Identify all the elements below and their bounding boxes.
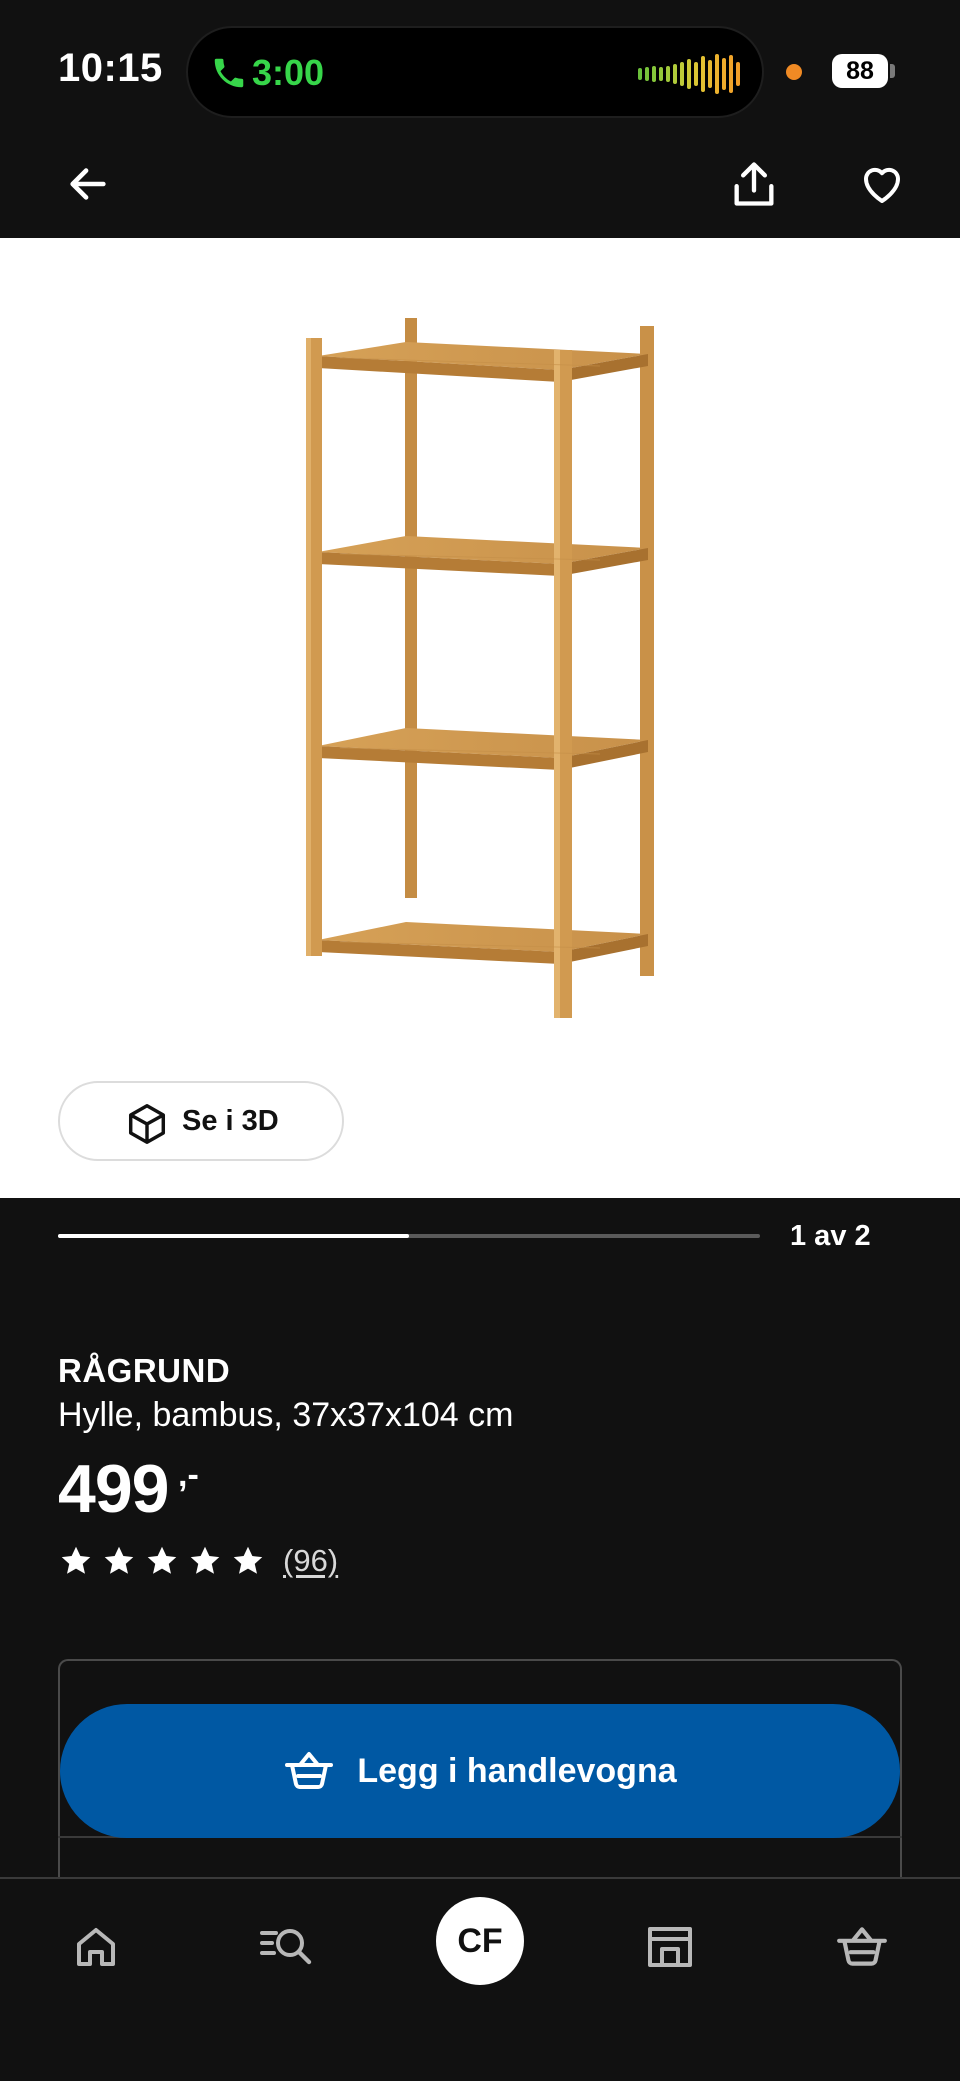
star-icon bbox=[104, 1546, 134, 1574]
home-icon bbox=[77, 1928, 115, 1966]
favourite-button[interactable] bbox=[852, 154, 912, 214]
top-nav bbox=[0, 140, 960, 238]
call-duration: 3:00 bbox=[252, 52, 325, 93]
search-icon bbox=[260, 1929, 312, 1965]
recording-indicator bbox=[786, 64, 802, 80]
star-icon bbox=[190, 1546, 220, 1574]
heart-icon bbox=[863, 167, 901, 203]
price-suffix: ,- bbox=[178, 1456, 199, 1494]
tab-search[interactable] bbox=[254, 1915, 318, 1979]
add-to-cart-button[interactable]: Legg i handlevogna bbox=[60, 1704, 900, 1838]
status-bar: 10:15 3:00 88 bbox=[0, 0, 960, 140]
product-image-gallery[interactable]: Se i 3D bbox=[0, 238, 960, 1198]
star-icon bbox=[147, 1546, 177, 1574]
back-button[interactable] bbox=[58, 154, 118, 214]
dynamic-island[interactable]: 3:00 bbox=[186, 26, 764, 118]
view-3d-label: Se i 3D bbox=[182, 1104, 279, 1137]
product-image bbox=[306, 318, 654, 1018]
phone-icon bbox=[214, 58, 244, 88]
view-3d-button[interactable]: Se i 3D bbox=[58, 1081, 344, 1161]
review-count-link[interactable]: (96) bbox=[283, 1543, 338, 1579]
product-description: Hylle, bambus, 37x37x104 cm bbox=[58, 1396, 514, 1434]
star-icon bbox=[233, 1546, 263, 1574]
share-icon bbox=[734, 162, 774, 206]
gallery-progress-fill bbox=[58, 1234, 409, 1238]
gallery-page-counter: 1 av 2 bbox=[790, 1220, 871, 1252]
gallery-progress-track bbox=[58, 1234, 760, 1238]
bottom-tab-bar: CF bbox=[0, 1877, 960, 2081]
product-name: RÅGRUND bbox=[58, 1352, 231, 1389]
status-time: 10:15 bbox=[58, 46, 163, 90]
product-price: 499 bbox=[58, 1451, 169, 1527]
tab-cart[interactable] bbox=[830, 1915, 894, 1979]
battery-tip bbox=[890, 64, 895, 78]
profile-avatar[interactable]: CF bbox=[436, 1897, 524, 1985]
basket-icon bbox=[285, 1752, 334, 1789]
product-rating[interactable]: (96) bbox=[58, 1542, 338, 1580]
arrow-left-icon bbox=[70, 168, 106, 200]
tab-home[interactable] bbox=[64, 1915, 128, 1979]
cube-3d-icon bbox=[128, 1104, 166, 1144]
add-to-cart-label: Legg i handlevogna bbox=[357, 1751, 677, 1790]
store-icon bbox=[648, 1927, 692, 1967]
star-icon bbox=[61, 1546, 91, 1574]
audio-waveform-icon bbox=[638, 54, 740, 94]
share-button[interactable] bbox=[724, 154, 784, 214]
tab-store[interactable] bbox=[638, 1915, 702, 1979]
battery-indicator: 88 bbox=[832, 54, 888, 88]
cart-icon bbox=[837, 1927, 887, 1966]
